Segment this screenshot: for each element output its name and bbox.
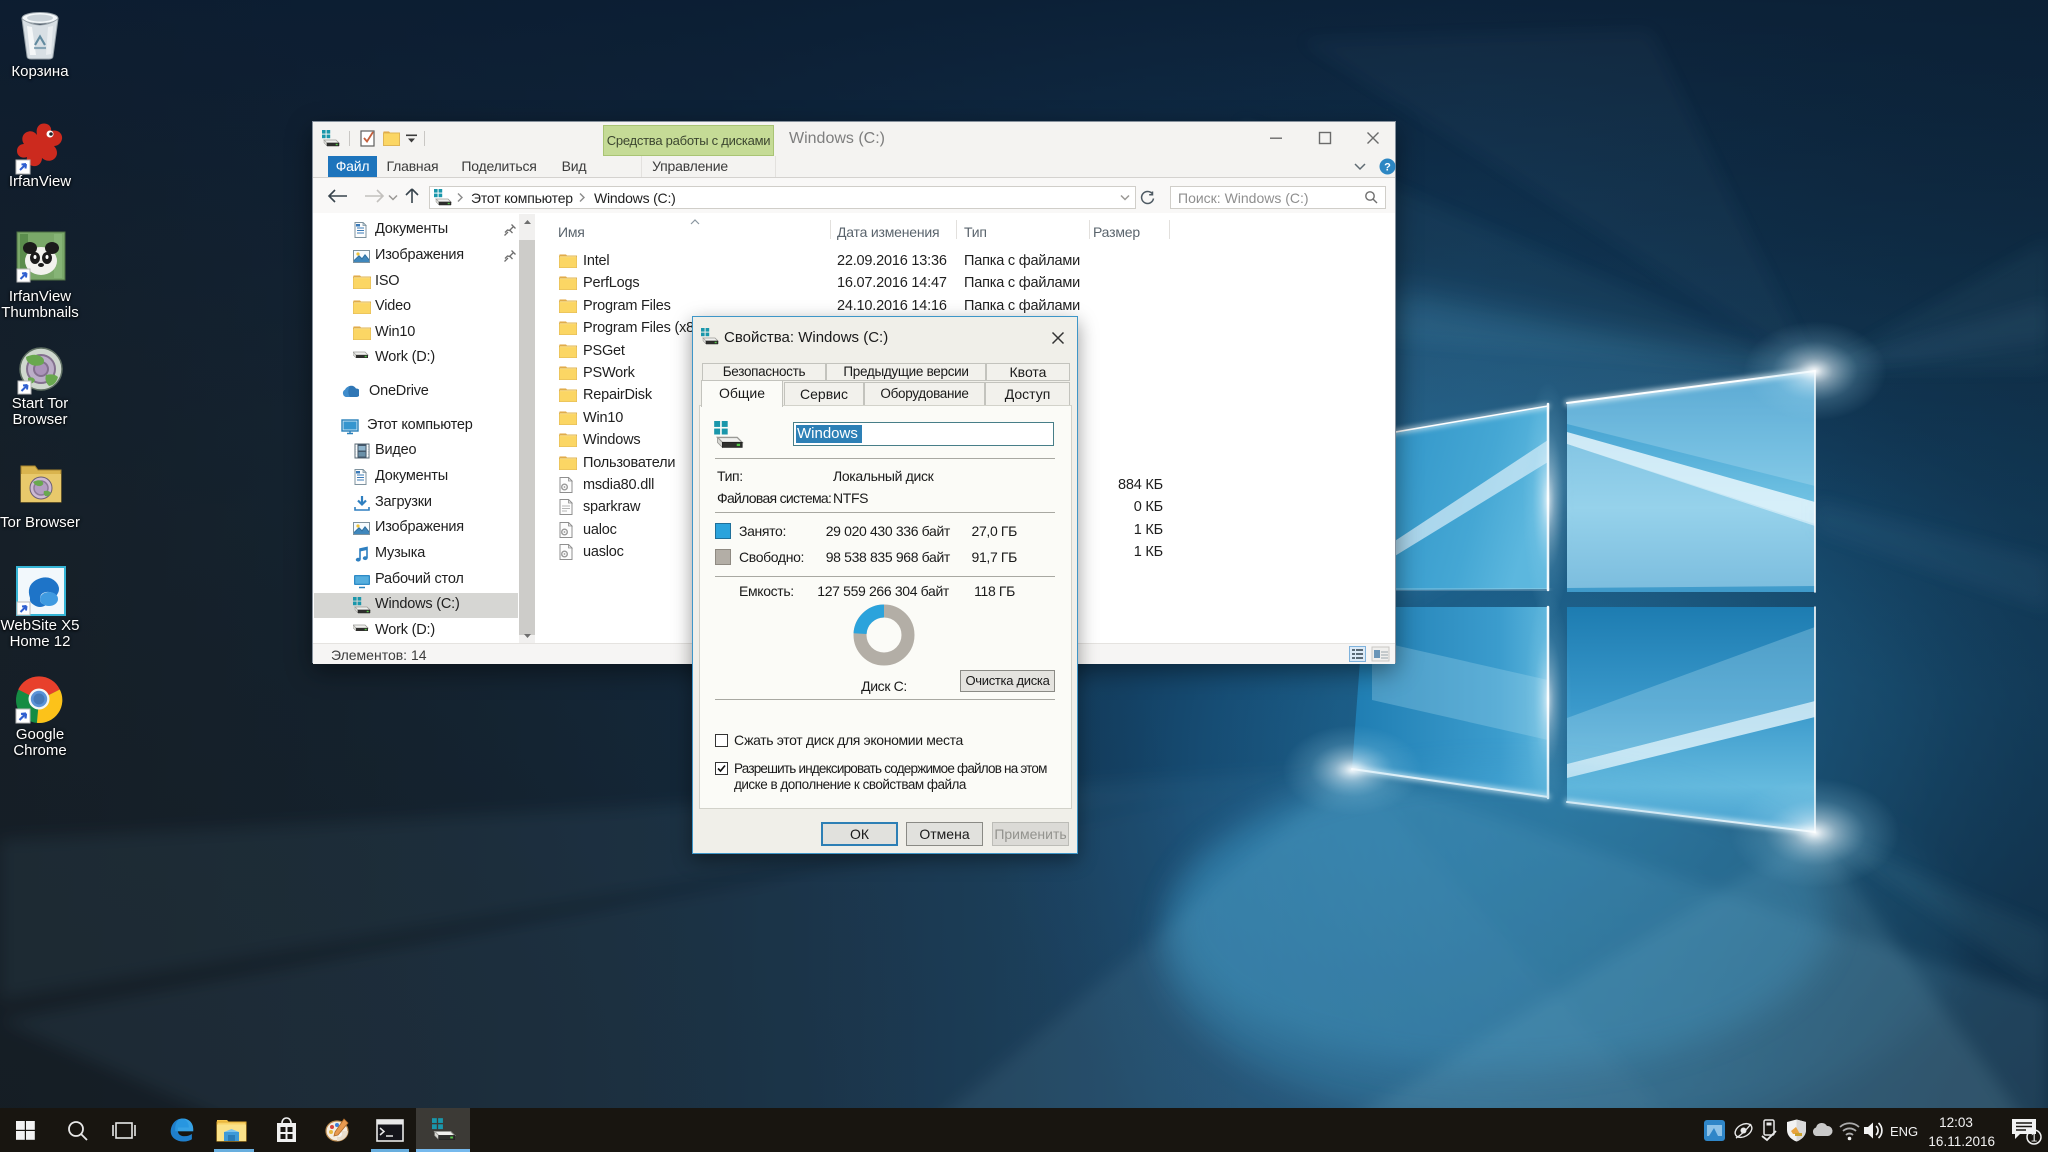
svg-text:1: 1 [2031,1131,2038,1145]
svg-text:?: ? [1384,162,1391,174]
